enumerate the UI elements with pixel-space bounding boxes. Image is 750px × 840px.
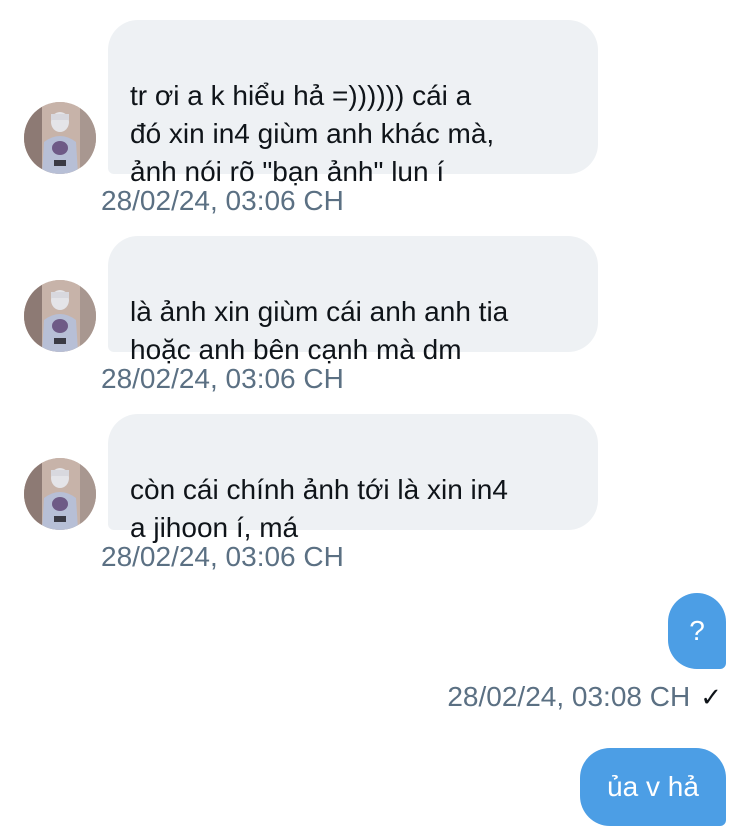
avatar[interactable] — [24, 102, 96, 174]
message-bubble[interactable]: là ảnh xin giùm cái anh anh tia hoặc anh… — [108, 236, 598, 365]
message-text: ? — [689, 615, 705, 646]
message-text: ủa v hả — [607, 771, 699, 802]
message-text: là ảnh xin giùm cái anh anh tia hoặc anh… — [130, 296, 509, 365]
message-bubble[interactable]: ? — [668, 593, 726, 669]
message-timestamp-row: 28/02/24, 03:08 CH ✓ — [447, 680, 722, 714]
message-timestamp: 28/02/24, 03:06 CH — [101, 541, 344, 572]
message-bubble[interactable]: còn cái chính ảnh tới là xin in4 a jihoo… — [108, 414, 598, 543]
message-bubble[interactable]: tr ơi a k hiểu hả =)))))) cái a đó xin i… — [108, 20, 598, 187]
message-timestamp: 28/02/24, 03:06 CH — [101, 185, 344, 216]
avatar-image — [24, 280, 96, 352]
avatar-image — [24, 102, 96, 174]
message-timestamp: 28/02/24, 03:06 CH — [101, 363, 344, 394]
message-text: còn cái chính ảnh tới là xin in4 a jihoo… — [130, 474, 508, 543]
chat-screen: { "messages_in": [ { "text": " tr ơi a k… — [0, 0, 750, 840]
avatar-image — [24, 458, 96, 530]
message-bubble[interactable]: ủa v hả — [580, 748, 726, 826]
check-icon: ✓ — [700, 682, 722, 712]
message-text: tr ơi a k hiểu hả =)))))) cái a đó xin i… — [130, 80, 495, 187]
message-timestamp: 28/02/24, 03:08 CH — [447, 681, 691, 712]
avatar[interactable] — [24, 280, 96, 352]
avatar[interactable] — [24, 458, 96, 530]
